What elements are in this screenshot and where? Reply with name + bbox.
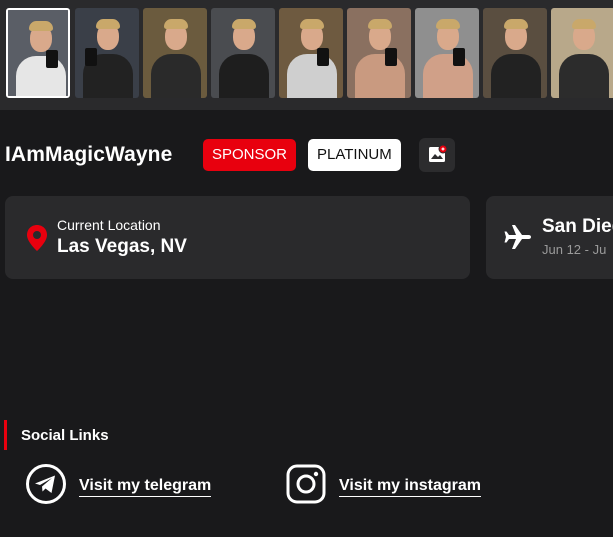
current-location-label: Current Location bbox=[57, 217, 161, 233]
thumbnail-phone bbox=[385, 48, 397, 66]
image-icon bbox=[429, 144, 448, 162]
trip-destination: San Dieg bbox=[542, 216, 613, 237]
thumbnail-figure bbox=[423, 54, 473, 98]
trip-dates: Jun 12 - Ju bbox=[542, 242, 607, 257]
photo-7-thumbnail[interactable] bbox=[415, 8, 479, 98]
upcoming-trip-card[interactable]: San Dieg Jun 12 - Ju bbox=[486, 196, 613, 279]
thumbnail-figure bbox=[16, 56, 66, 96]
thumbnail-figure bbox=[287, 54, 337, 98]
photo-8-thumbnail[interactable] bbox=[483, 8, 547, 98]
instagram-icon[interactable] bbox=[285, 463, 327, 505]
thumbnail-figure bbox=[355, 54, 405, 98]
photo-6-thumbnail[interactable] bbox=[347, 8, 411, 98]
thumbnail-hair bbox=[368, 19, 392, 29]
photo-9-thumbnail[interactable] bbox=[551, 8, 613, 98]
photo-4-thumbnail[interactable] bbox=[211, 8, 275, 98]
telegram-icon[interactable] bbox=[25, 463, 67, 505]
social-links-title: Social Links bbox=[21, 427, 109, 444]
map-pin-icon bbox=[27, 225, 47, 251]
thumbnail-hair bbox=[232, 19, 256, 29]
airplane-icon bbox=[504, 225, 531, 249]
current-location-value: Las Vegas, NV bbox=[57, 236, 187, 257]
thumbnail-figure bbox=[559, 54, 609, 98]
photo-5-thumbnail[interactable] bbox=[279, 8, 343, 98]
photo-2-thumbnail[interactable] bbox=[75, 8, 139, 98]
thumbnail-hair bbox=[572, 19, 596, 29]
thumbnail-hair bbox=[436, 19, 460, 29]
platinum-badge: PLATINUM bbox=[308, 139, 401, 171]
sponsor-badge: SPONSOR bbox=[203, 139, 297, 171]
thumbnail-phone bbox=[46, 50, 58, 68]
thumbnail-hair bbox=[300, 19, 324, 29]
current-location-card: Current Location Las Vegas, NV bbox=[5, 196, 470, 279]
thumbnail-hair bbox=[164, 19, 188, 29]
thumbnail-hair bbox=[504, 19, 528, 29]
thumbnail-figure bbox=[219, 54, 269, 98]
photo-1-thumbnail[interactable] bbox=[6, 8, 70, 98]
thumbnail-phone bbox=[453, 48, 465, 66]
thumbnail-hair bbox=[96, 19, 120, 29]
thumbnail-figure bbox=[151, 54, 201, 98]
photo-3-thumbnail[interactable] bbox=[143, 8, 207, 98]
thumbnail-hair bbox=[29, 21, 53, 31]
thumbnail-phone bbox=[317, 48, 329, 66]
photo-gallery-strip bbox=[0, 0, 613, 110]
profile-name: IAmMagicWayne bbox=[5, 143, 173, 166]
thumbnail-figure bbox=[491, 54, 541, 98]
telegram-link[interactable]: Visit my telegram bbox=[79, 477, 212, 497]
section-accent-bar bbox=[4, 420, 7, 450]
photo-gallery-button[interactable] bbox=[419, 138, 455, 172]
thumbnail-phone bbox=[85, 48, 97, 66]
instagram-link[interactable]: Visit my instagram bbox=[339, 477, 481, 497]
